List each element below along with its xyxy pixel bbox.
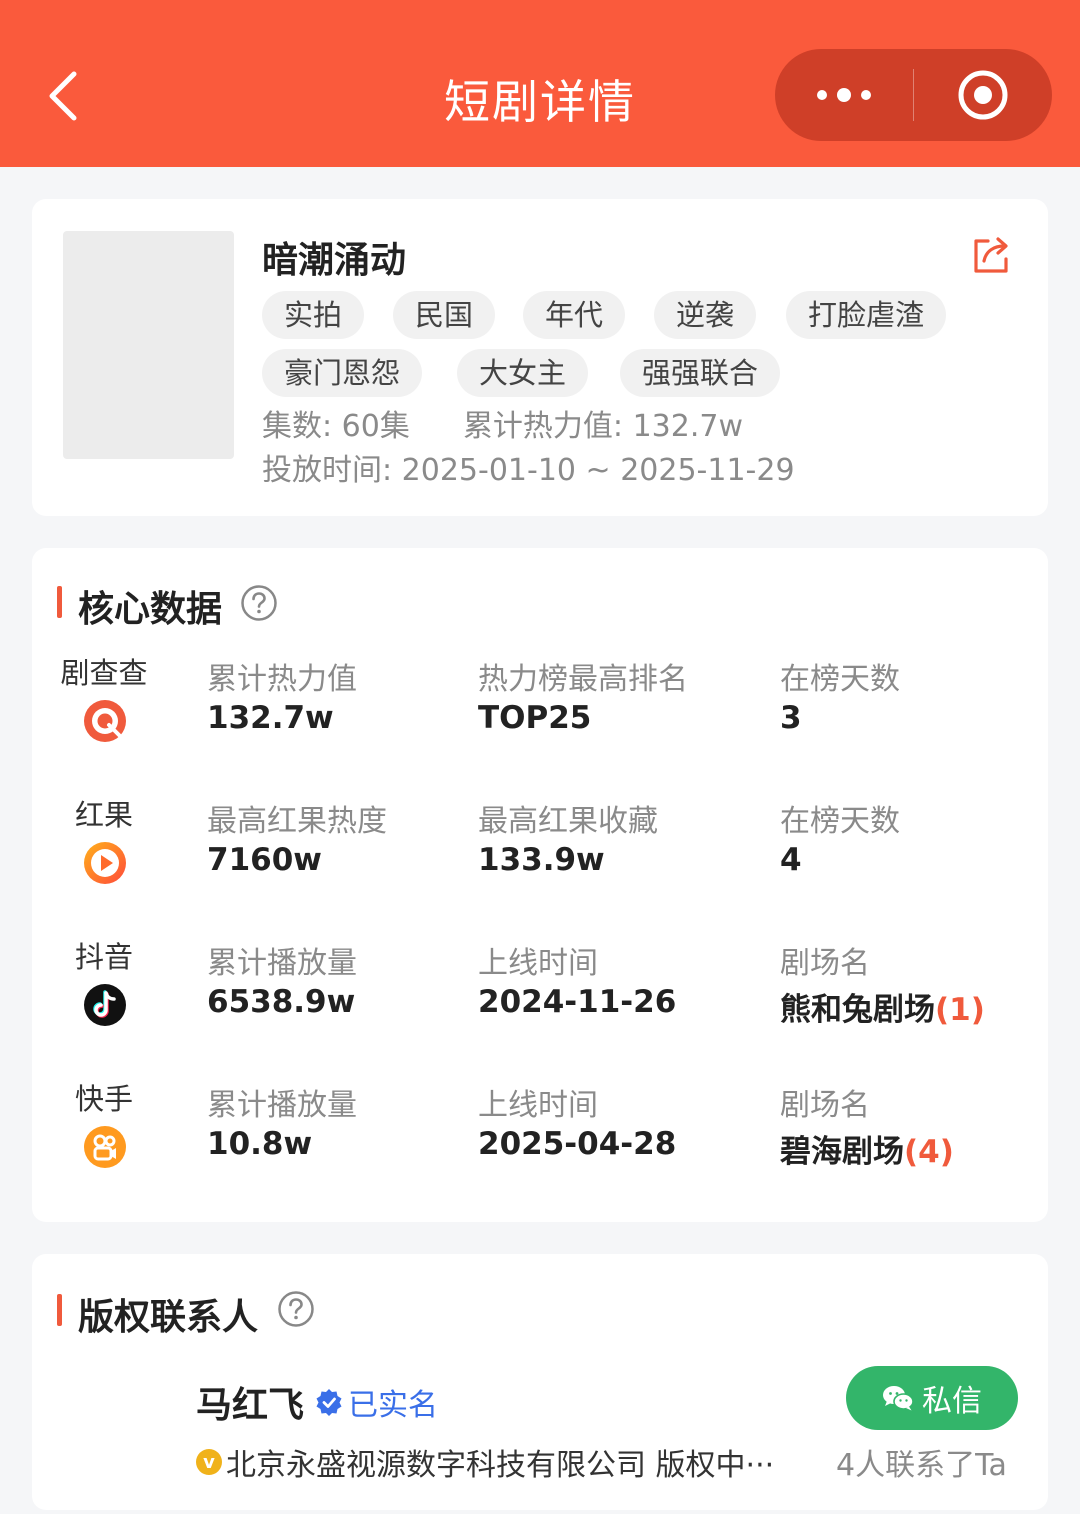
section-accent-bar (57, 586, 62, 618)
metric-value: 2025-04-28 (478, 1126, 677, 1162)
metric-label: 累计播放量 (207, 946, 357, 981)
metric-value: 4 (780, 842, 802, 878)
genre-tag[interactable]: 强强联合 (620, 349, 781, 397)
metric-value: 7160w (207, 842, 322, 878)
genre-tag[interactable]: 逆袭 (654, 291, 757, 339)
help-icon[interactable] (240, 584, 278, 622)
private-message-button[interactable]: 私信 (846, 1366, 1018, 1430)
verified-badge: 已实名 (314, 1380, 438, 1424)
more-dots-icon (817, 88, 871, 102)
heat-label: 累计热力值: (462, 409, 624, 444)
metric-value: 3 (780, 700, 802, 736)
company-name: 北京永盛视源数字科技有限公司 版权中··· (226, 1448, 775, 1483)
platform-name: 抖音 (74, 940, 133, 974)
verified-shield-icon (316, 1389, 342, 1416)
metric-value: 133.9w (478, 842, 605, 878)
drama-info-card: 暗潮涌动 实拍 民国 年代 逆袭 打脸虐渣 豪门恩怨 大女主 强强联合 集数: … (32, 199, 1048, 516)
platform-name: 剧查查 (60, 656, 148, 690)
close-mini-program-button[interactable] (914, 49, 1052, 141)
metric-value: 2024-11-26 (478, 984, 677, 1020)
hongguo-icon (84, 842, 126, 884)
metric-value: 10.8w (207, 1126, 313, 1162)
metric-label: 上线时间 (478, 946, 598, 981)
company-line: v 北京永盛视源数字科技有限公司 版权中··· (196, 1440, 774, 1484)
help-icon[interactable] (277, 1290, 315, 1328)
section-accent-bar (57, 1294, 62, 1326)
period-label: 投放时间: (262, 453, 393, 488)
genre-tag[interactable]: 实拍 (262, 291, 365, 339)
genre-tag[interactable]: 民国 (393, 291, 496, 339)
metric-value: 6538.9w (207, 984, 356, 1020)
core-data-card: 核心数据 剧查查 累计热力值 132.7w 热力榜最高排名 TOP25 在榜天数… (32, 548, 1048, 1222)
metric-label: 在榜天数 (780, 662, 900, 697)
target-icon (958, 70, 1008, 120)
metric-label: 累计热力值 (207, 662, 357, 697)
metric-label: 最高红果收藏 (478, 804, 658, 839)
metric-label: 最高红果热度 (207, 804, 387, 839)
platform-name: 快手 (74, 1082, 133, 1116)
top-nav-bar: 短剧详情 (0, 0, 1080, 167)
more-button[interactable] (775, 49, 913, 141)
kuaishou-icon (84, 1126, 126, 1168)
genre-tag[interactable]: 豪门恩怨 (262, 349, 423, 397)
drama-poster[interactable] (63, 231, 234, 459)
metric-label: 剧场名 (780, 1088, 870, 1123)
platform-name: 红果 (74, 798, 133, 832)
drama-title: 暗潮涌动 (262, 240, 407, 281)
metric-value: TOP25 (478, 700, 592, 736)
metric-label: 热力榜最高排名 (478, 662, 688, 697)
episodes-label: 集数: (262, 409, 333, 444)
share-icon[interactable] (970, 233, 1014, 277)
episode-heat-line: 集数: 60集 累计热力值: 132.7w (262, 401, 743, 445)
v-badge-icon: v (196, 1449, 222, 1475)
episodes-value: 60集 (341, 409, 410, 444)
metric-label: 上线时间 (478, 1088, 598, 1123)
metric-value: 132.7w (207, 700, 334, 736)
section-title: 版权联系人 (78, 1297, 259, 1338)
wechat-icon (883, 1386, 914, 1411)
heat-value: 132.7w (632, 409, 744, 444)
message-label: 私信 (922, 1384, 982, 1419)
douyin-icon (84, 984, 126, 1026)
period-value: 2025-01-10 ~ 2025-11-29 (401, 453, 795, 488)
theater-name-link[interactable]: 熊和兔剧场(1) (780, 984, 985, 1029)
juchacha-icon (84, 700, 126, 742)
verified-label: 已实名 (348, 1388, 438, 1423)
genre-tag[interactable]: 年代 (523, 291, 626, 339)
section-title: 核心数据 (78, 589, 223, 630)
metric-label: 剧场名 (780, 946, 870, 981)
copyright-contact-card: 版权联系人 马红飞 已实名 私信 v 北京永盛视源数字科技有限公司 版权中···… (32, 1254, 1048, 1510)
contact-count: 4人联系了Ta (836, 1448, 1007, 1483)
metric-label: 在榜天数 (780, 804, 900, 839)
mini-program-capsule (775, 49, 1052, 141)
metric-label: 累计播放量 (207, 1088, 357, 1123)
genre-tag[interactable]: 大女主 (457, 349, 589, 397)
release-period-line: 投放时间: 2025-01-10 ~ 2025-11-29 (262, 445, 795, 489)
contact-name: 马红飞 (196, 1385, 305, 1426)
theater-name-link[interactable]: 碧海剧场(4) (780, 1126, 954, 1171)
genre-tag[interactable]: 打脸虐渣 (786, 291, 947, 339)
